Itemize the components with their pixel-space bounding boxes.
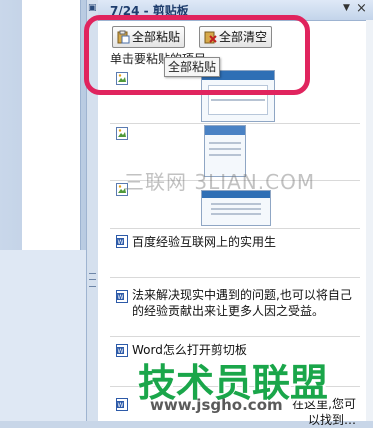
word-icon: W (116, 398, 128, 411)
word-icon: W (116, 235, 128, 248)
divider (110, 123, 360, 124)
document-margin (0, 250, 86, 421)
divider (110, 336, 360, 337)
clipboard-item-text-1[interactable]: 百度经验互联网上的实用生 (132, 234, 360, 250)
picture-icon (116, 127, 128, 140)
document-area (0, 0, 86, 421)
watermark-url: www.jsgho.com (150, 396, 283, 414)
splitter-grip-icon[interactable] (89, 273, 96, 287)
highlight-annotation (84, 15, 310, 95)
word-icon: W (116, 344, 128, 357)
divider (110, 228, 360, 229)
svg-text:W: W (118, 402, 124, 409)
chevron-down-icon[interactable]: ▼ (343, 3, 350, 13)
clipboard-item-image-3[interactable] (201, 190, 271, 226)
clipboard-item-text-2[interactable]: 法来解决现实中遇到的问题,也可以将自己的经验贡献出来让更多人因之受益。 (132, 287, 360, 319)
svg-text:W: W (118, 239, 124, 246)
word-icon: W (116, 290, 128, 303)
svg-text:W: W (118, 294, 124, 301)
pin-icon[interactable]: ▣ (88, 3, 97, 13)
divider (110, 277, 360, 278)
close-icon[interactable]: × (356, 1, 367, 16)
svg-text:W: W (118, 348, 124, 355)
scrollbar[interactable] (366, 20, 373, 421)
watermark-text: 三联网 3LIAN.COM (124, 170, 316, 194)
